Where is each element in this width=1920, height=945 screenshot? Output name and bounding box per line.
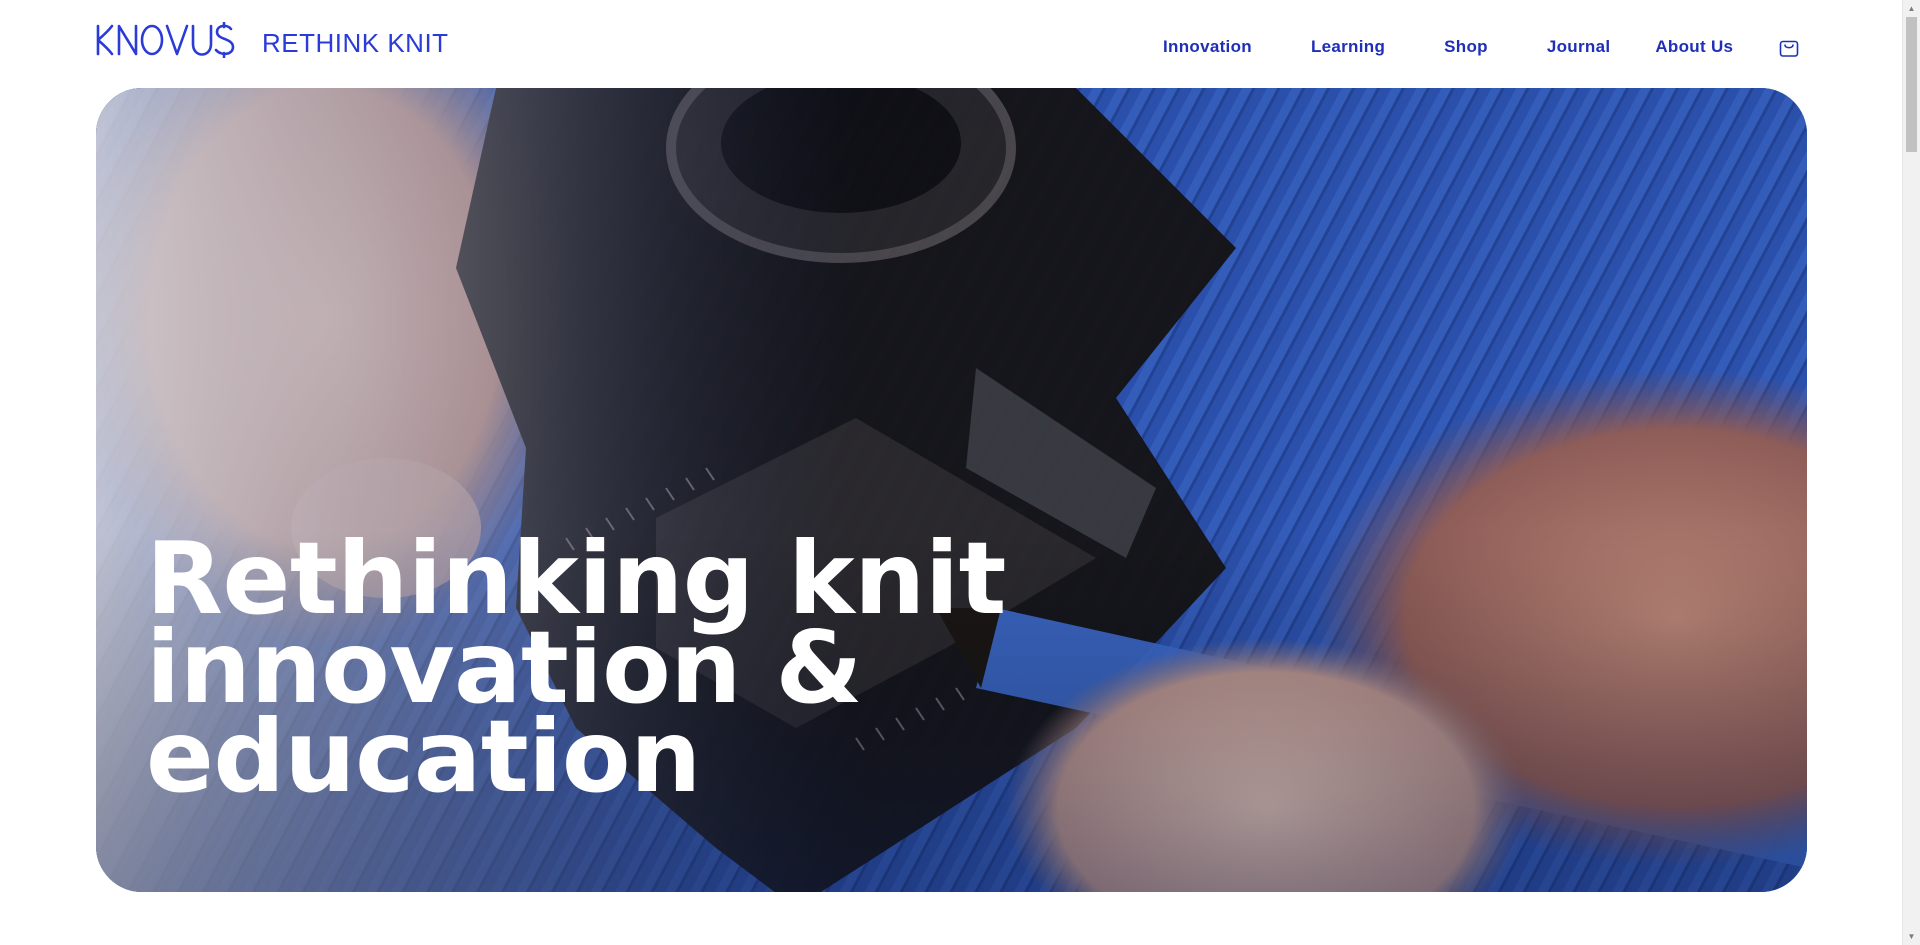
scroll-thumb[interactable] [1906,17,1917,152]
main-nav: Innovation Learning Shop Journal About U… [1163,36,1733,58]
hero-banner: Rethinking knit innovation & education [96,88,1807,892]
logo-home-link[interactable]: RETHINK KNIT [95,20,449,60]
nav-shop[interactable]: Shop [1444,36,1488,58]
scroll-up-arrow-icon[interactable]: ▲ [1903,0,1920,17]
nav-journal[interactable]: Journal [1547,36,1611,58]
knovus-logo-wordmark [96,22,235,58]
hero-title-line-3: education [146,698,701,815]
nav-innovation[interactable]: Innovation [1163,36,1252,58]
hero-title: Rethinking knit innovation & education [146,529,1046,815]
site-header: RETHINK KNIT Innovation Learning Shop Jo… [0,0,1902,88]
nav-about-us[interactable]: About Us [1655,36,1733,58]
nav-learning[interactable]: Learning [1311,36,1385,58]
scroll-down-arrow-icon[interactable]: ▼ [1903,928,1920,945]
cart-button[interactable] [1778,36,1800,58]
page-scrollbar[interactable]: ▲ ▼ [1902,0,1920,945]
page: RETHINK KNIT Innovation Learning Shop Jo… [0,0,1920,945]
logo-tagline: RETHINK KNIT [262,28,449,58]
shopping-bag-icon [1779,40,1799,57]
